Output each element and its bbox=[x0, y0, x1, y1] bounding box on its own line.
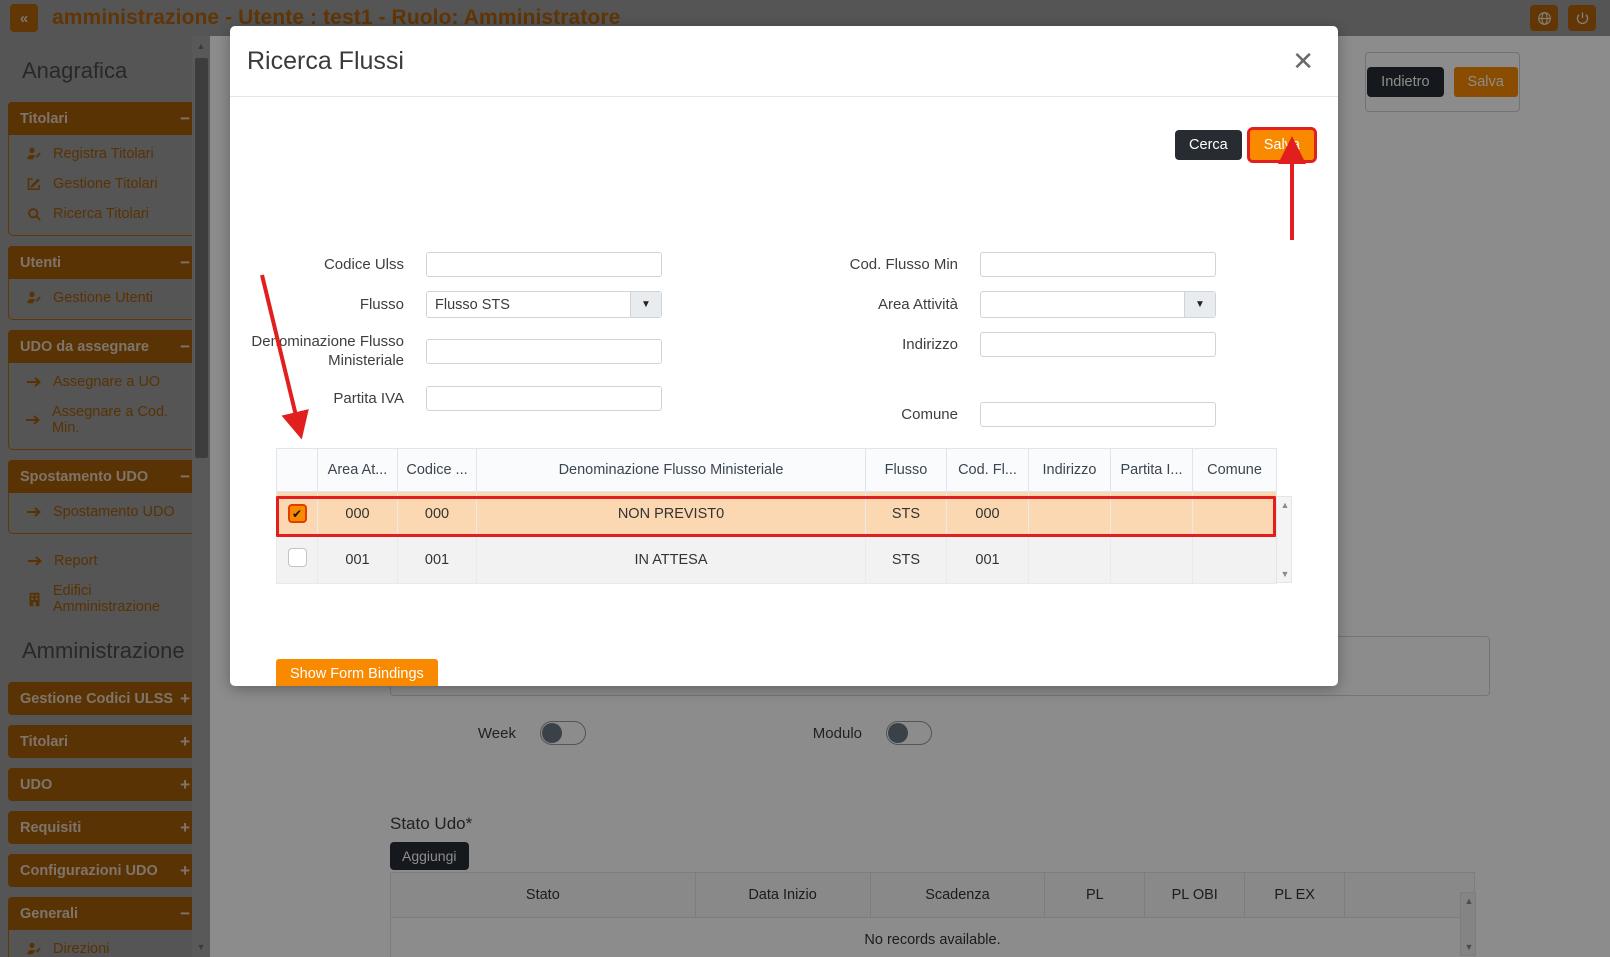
cell-denominazione: NON PREVIST0 bbox=[476, 491, 866, 536]
field-label: Denominazione Flusso Ministeriale bbox=[251, 333, 404, 369]
field-label: Cod. Flusso Min bbox=[849, 256, 958, 273]
table-row[interactable]: 001 001 IN ATTESA STS 001 bbox=[276, 535, 1277, 584]
field-partita-iva: Partita IVA bbox=[230, 386, 784, 411]
field-label: Partita IVA bbox=[333, 390, 404, 407]
scroll-down-icon[interactable]: ▼ bbox=[1279, 568, 1291, 580]
search-form: Codice Ulss Flusso Flusso STS ▼ Denomina… bbox=[230, 252, 1338, 441]
results-scrollbar[interactable]: ▲ ▼ bbox=[1276, 496, 1292, 583]
row-checkbox-checked[interactable]: ✔ bbox=[287, 504, 307, 523]
cell-area-attivita: 001 bbox=[317, 535, 398, 584]
column-header-flusso: Flusso bbox=[865, 448, 947, 492]
modal-title: Ricerca Flussi bbox=[247, 46, 404, 75]
column-header-codice: Codice ... bbox=[397, 448, 477, 492]
row-select-cell[interactable]: ✔ bbox=[276, 491, 318, 536]
chevron-down-icon: ▼ bbox=[630, 292, 661, 317]
table-header-row: Area At... Codice ... Denominazione Flus… bbox=[276, 448, 1277, 492]
column-header-select bbox=[276, 448, 318, 492]
field-comune: Comune bbox=[784, 402, 1338, 427]
cell-indirizzo bbox=[1028, 535, 1111, 584]
chevron-down-icon: ▼ bbox=[1184, 292, 1215, 317]
column-header-indirizzo: Indirizzo bbox=[1028, 448, 1111, 492]
cell-flusso: STS bbox=[865, 491, 947, 536]
modal-header: Ricerca Flussi ✕ bbox=[230, 26, 1338, 97]
screen: « amministrazione - Utente : test1 - Ruo… bbox=[0, 0, 1610, 957]
results-table: Area At... Codice ... Denominazione Flus… bbox=[276, 448, 1277, 584]
cell-codice: 000 bbox=[397, 491, 477, 536]
field-label: Comune bbox=[901, 406, 958, 423]
column-header-partita-iva: Partita I... bbox=[1110, 448, 1193, 492]
column-header-denominazione: Denominazione Flusso Ministeriale bbox=[476, 448, 866, 492]
field-cod-flusso-min: Cod. Flusso Min bbox=[784, 252, 1338, 277]
results-table-wrap: Area At... Codice ... Denominazione Flus… bbox=[276, 448, 1292, 584]
field-label: Indirizzo bbox=[902, 336, 958, 353]
field-area-attivita: Area Attività ▼ bbox=[784, 291, 1338, 318]
field-flusso: Flusso Flusso STS ▼ bbox=[230, 291, 784, 318]
comune-input[interactable] bbox=[980, 402, 1216, 427]
cell-comune bbox=[1192, 491, 1277, 536]
indirizzo-input[interactable] bbox=[980, 332, 1216, 357]
column-header-cod-flusso: Cod. Fl... bbox=[946, 448, 1029, 492]
flusso-select[interactable]: Flusso STS ▼ bbox=[426, 291, 662, 318]
modal-body: Cerca Salva Codice Ulss Flusso Flusso ST… bbox=[230, 97, 1338, 686]
cod-flusso-min-input[interactable] bbox=[980, 252, 1216, 277]
cell-codice: 001 bbox=[397, 535, 477, 584]
cell-indirizzo bbox=[1028, 491, 1111, 536]
cell-area-attivita: 000 bbox=[317, 491, 398, 536]
column-header-area-attivita: Area At... bbox=[317, 448, 398, 492]
cell-partita-iva bbox=[1110, 535, 1193, 584]
field-denominazione-flusso-ministeriale: Denominazione Flusso Ministeriale bbox=[230, 332, 784, 370]
cell-cod-flusso: 001 bbox=[946, 535, 1029, 584]
cell-denominazione: IN ATTESA bbox=[476, 535, 866, 584]
field-indirizzo: Indirizzo bbox=[784, 332, 1338, 357]
flusso-select-value: Flusso STS bbox=[435, 296, 510, 313]
close-icon[interactable]: ✕ bbox=[1292, 48, 1314, 74]
codice-ulss-input[interactable] bbox=[426, 252, 662, 277]
modal-action-bar: Cerca Salva bbox=[1175, 127, 1318, 163]
ricerca-flussi-dialog: Ricerca Flussi ✕ Cerca Salva Codice Ulss bbox=[230, 26, 1338, 686]
cell-cod-flusso: 000 bbox=[946, 491, 1029, 536]
form-column-left: Codice Ulss Flusso Flusso STS ▼ Denomina… bbox=[230, 252, 784, 441]
scroll-up-icon[interactable]: ▲ bbox=[1279, 499, 1291, 511]
cerca-button[interactable]: Cerca bbox=[1175, 130, 1242, 160]
table-row[interactable]: ✔ 000 000 NON PREVIST0 STS 000 bbox=[276, 491, 1277, 536]
salva-button[interactable]: Salva bbox=[1246, 127, 1318, 163]
field-label: Codice Ulss bbox=[323, 256, 404, 273]
denominazione-flusso-input[interactable] bbox=[426, 338, 662, 364]
row-select-cell[interactable] bbox=[276, 535, 318, 584]
show-form-bindings-button[interactable]: Show Form Bindings bbox=[276, 659, 438, 686]
form-column-right: Cod. Flusso Min Area Attività ▼ Indirizz… bbox=[784, 252, 1338, 441]
cell-comune bbox=[1192, 535, 1277, 584]
row-checkbox[interactable] bbox=[287, 548, 307, 567]
cell-partita-iva bbox=[1110, 491, 1193, 536]
partita-iva-input[interactable] bbox=[426, 386, 662, 411]
field-label: Flusso bbox=[359, 296, 404, 313]
area-attivita-select[interactable]: ▼ bbox=[980, 291, 1216, 318]
cell-flusso: STS bbox=[865, 535, 947, 584]
column-header-comune: Comune bbox=[1192, 448, 1277, 492]
field-codice-ulss: Codice Ulss bbox=[230, 252, 784, 277]
field-label: Area Attività bbox=[877, 296, 958, 313]
